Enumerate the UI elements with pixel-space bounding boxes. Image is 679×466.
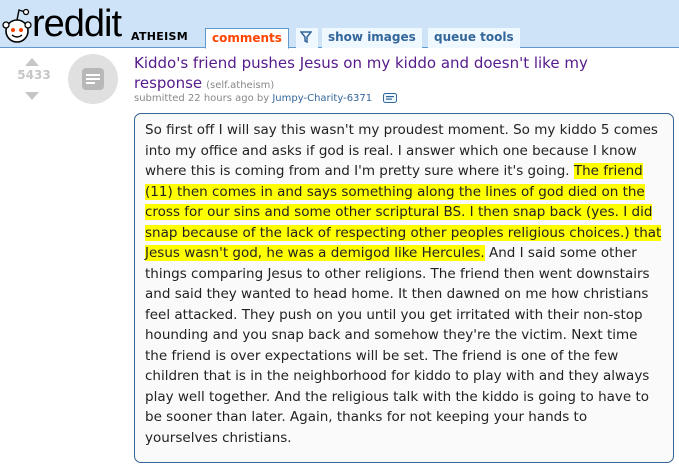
post-score: 5433: [17, 68, 51, 82]
post-domain[interactable]: (self.atheism): [206, 80, 274, 91]
post-title-link[interactable]: Kiddo's friend pushes Jesus on my kiddo …: [134, 54, 588, 92]
post-title-block: Kiddo's friend pushes Jesus on my kiddo …: [134, 53, 674, 96]
author-link[interactable]: Jumpy-Charity-6371: [272, 93, 372, 104]
post-thumbnail[interactable]: [68, 54, 118, 104]
self-text-icon: [82, 68, 104, 90]
site-header: reddit ATHEISM comments show images queu…: [0, 0, 679, 49]
submitted-text: submitted 22 hours ago by: [134, 93, 270, 104]
filter-icon: [300, 31, 312, 43]
post-tagline: submitted 22 hours ago by Jumpy-Charity-…: [134, 93, 398, 104]
downvote-arrow-icon[interactable]: [25, 92, 39, 100]
reddit-alien-icon[interactable]: [2, 4, 32, 44]
tab-comments[interactable]: comments: [205, 28, 289, 49]
selftext-paragraph: So first off I will say this wasn't my p…: [145, 120, 663, 448]
selftext-after: And I said some other things comparing J…: [145, 245, 650, 446]
tab-filter[interactable]: [296, 28, 318, 48]
subreddit-name[interactable]: ATHEISM: [131, 30, 188, 43]
post-selftext: So first off I will say this wasn't my p…: [134, 113, 674, 463]
upvote-arrow-icon[interactable]: [25, 58, 39, 66]
tab-show-images[interactable]: show images: [322, 28, 422, 48]
expando-icon[interactable]: [383, 93, 398, 103]
tab-queue-tools[interactable]: queue tools: [428, 28, 520, 48]
reddit-logo[interactable]: reddit: [32, 2, 122, 46]
